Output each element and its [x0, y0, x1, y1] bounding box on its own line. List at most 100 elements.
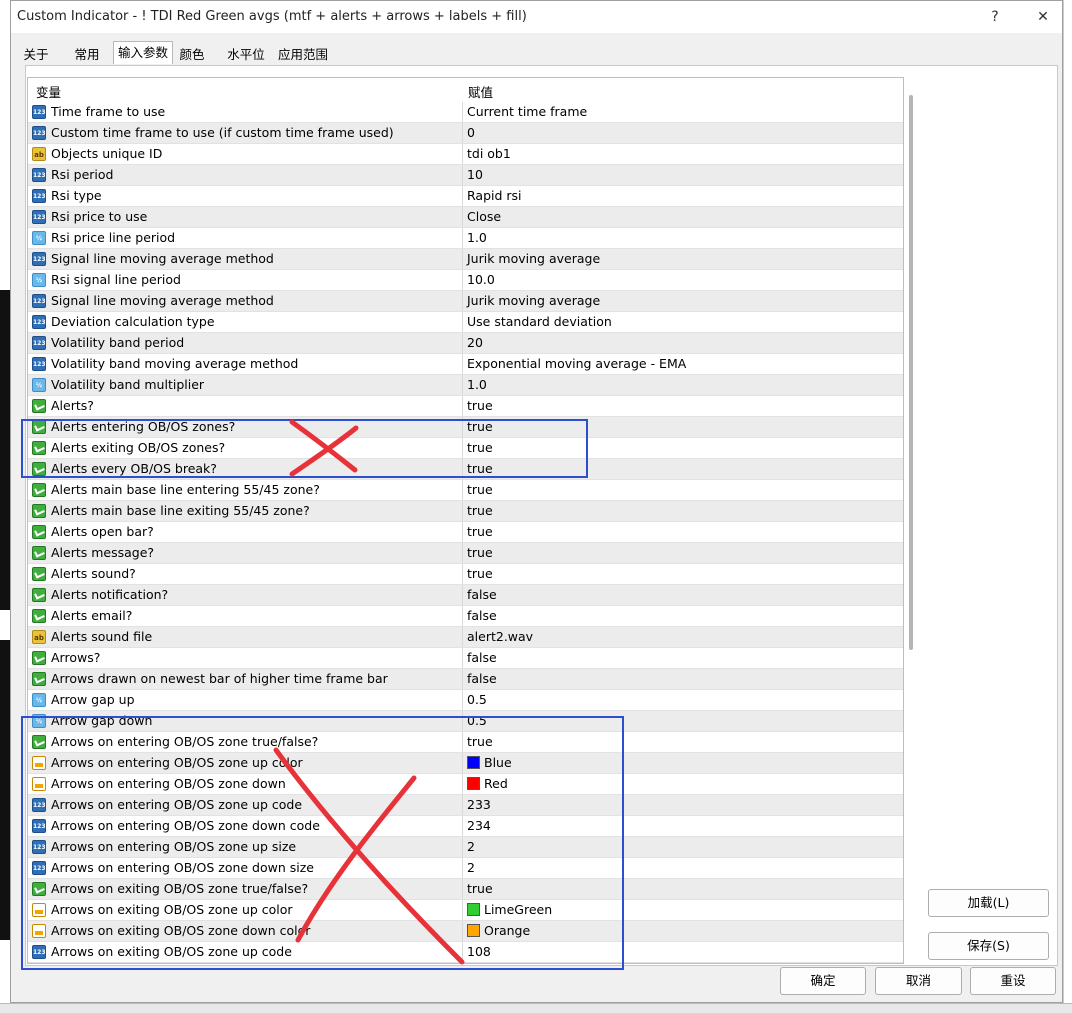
- table-row[interactable]: 123 Arrows on entering OB/OS zone down si…: [28, 858, 903, 879]
- parameter-value-cell[interactable]: 1.0: [462, 228, 487, 248]
- parameter-value-cell[interactable]: Blue: [462, 753, 512, 773]
- table-row[interactable]: Arrows on entering OB/OS zone true/false…: [28, 732, 903, 753]
- parameter-value-cell[interactable]: 10.0: [462, 270, 495, 290]
- parameter-value-cell[interactable]: Current time frame: [462, 102, 587, 122]
- parameter-value-cell[interactable]: 10: [462, 165, 483, 185]
- table-row[interactable]: ab Objects unique ID tdi ob1: [28, 144, 903, 165]
- column-header-value[interactable]: 赋值: [468, 82, 493, 101]
- tab-levels[interactable]: 水平位: [223, 43, 269, 64]
- table-row[interactable]: Alerts email? false: [28, 606, 903, 627]
- table-row[interactable]: ½ Arrow gap down 0.5: [28, 711, 903, 732]
- table-row[interactable]: ab Alerts sound file alert2.wav: [28, 627, 903, 648]
- table-row[interactable]: 123 Arrows on entering OB/OS zone up size…: [28, 837, 903, 858]
- tab-inputs[interactable]: 输入参数: [113, 41, 173, 64]
- parameter-value-cell[interactable]: Jurik moving average: [462, 291, 600, 311]
- parameter-value-cell[interactable]: false: [462, 606, 497, 626]
- table-row[interactable]: Alerts main base line entering 55/45 zon…: [28, 480, 903, 501]
- parameter-value-cell[interactable]: true: [462, 459, 493, 479]
- table-row[interactable]: 123 Time frame to use Current time frame: [28, 102, 903, 123]
- tab-about[interactable]: 关于: [17, 43, 55, 64]
- table-row[interactable]: 123 Deviation calculation type Use standar…: [28, 312, 903, 333]
- parameter-value-cell[interactable]: Rapid rsi: [462, 186, 522, 206]
- reset-button[interactable]: 重设: [970, 967, 1056, 995]
- cancel-button[interactable]: 取消: [875, 967, 962, 995]
- parameter-value-cell[interactable]: 1.0: [462, 375, 487, 395]
- ok-button[interactable]: 确定: [780, 967, 866, 995]
- parameter-value-cell[interactable]: 234: [462, 816, 491, 836]
- parameter-value-cell[interactable]: 233: [462, 795, 491, 815]
- parameter-value-cell[interactable]: Use standard deviation: [462, 312, 612, 332]
- table-row[interactable]: 123 Arrows on entering OB/OS zone up code…: [28, 795, 903, 816]
- table-row[interactable]: Alerts exiting OB/OS zones? true: [28, 438, 903, 459]
- table-row[interactable]: Alerts sound? true: [28, 564, 903, 585]
- table-row[interactable]: Alerts message? true: [28, 543, 903, 564]
- parameter-value-cell[interactable]: true: [462, 522, 493, 542]
- parameter-value-cell[interactable]: 0.5: [462, 690, 487, 710]
- load-button[interactable]: 加载(L): [928, 889, 1049, 917]
- parameter-value-cell[interactable]: 20: [462, 333, 483, 353]
- parameter-value-cell[interactable]: 0: [462, 123, 475, 143]
- parameter-value-cell[interactable]: false: [462, 669, 497, 689]
- table-row[interactable]: Arrows on exiting OB/OS zone down color O…: [28, 921, 903, 942]
- table-row[interactable]: Alerts entering OB/OS zones? true: [28, 417, 903, 438]
- table-row[interactable]: Alerts every OB/OS break? true: [28, 459, 903, 480]
- parameter-value-cell[interactable]: true: [462, 501, 493, 521]
- help-button[interactable]: ?: [984, 7, 1006, 27]
- table-row[interactable]: 123 Rsi type Rapid rsi: [28, 186, 903, 207]
- table-row[interactable]: Alerts notification? false: [28, 585, 903, 606]
- table-row[interactable]: 123 Volatility band period 20: [28, 333, 903, 354]
- tab-visualization[interactable]: 应用范围: [273, 43, 333, 64]
- scrollbar-thumb[interactable]: [909, 95, 913, 650]
- parameter-value-cell[interactable]: alert2.wav: [462, 627, 533, 647]
- parameter-value-cell[interactable]: Orange: [462, 921, 530, 941]
- save-button[interactable]: 保存(S): [928, 932, 1049, 960]
- table-row[interactable]: 123 Rsi period 10: [28, 165, 903, 186]
- table-row[interactable]: Alerts main base line exiting 55/45 zone…: [28, 501, 903, 522]
- table-row[interactable]: 123 Custom time frame to use (if custom t…: [28, 123, 903, 144]
- table-row[interactable]: ½ Arrow gap up 0.5: [28, 690, 903, 711]
- table-row[interactable]: ½ Rsi signal line period 10.0: [28, 270, 903, 291]
- table-row[interactable]: 123 Arrows on entering OB/OS zone down co…: [28, 816, 903, 837]
- table-row[interactable]: Arrows on entering OB/OS zone up color Bl…: [28, 753, 903, 774]
- table-row[interactable]: Arrows drawn on newest bar of higher tim…: [28, 669, 903, 690]
- parameter-value-cell[interactable]: true: [462, 396, 493, 416]
- parameter-value-cell[interactable]: Jurik moving average: [462, 249, 600, 269]
- parameter-value-cell[interactable]: Exponential moving average - EMA: [462, 354, 686, 374]
- parameter-value-cell[interactable]: LimeGreen: [462, 900, 552, 920]
- parameter-value-cell[interactable]: 108: [462, 942, 491, 962]
- tab-colors[interactable]: 颜色: [177, 43, 207, 64]
- table-row[interactable]: Alerts open bar? true: [28, 522, 903, 543]
- table-row[interactable]: ½ Rsi price line period 1.0: [28, 228, 903, 249]
- column-header-variable[interactable]: 变量: [36, 82, 61, 101]
- table-row[interactable]: 123 Arrows on exiting OB/OS zone up code 1…: [28, 942, 903, 963]
- parameter-name: Arrows on entering OB/OS zone down code: [51, 818, 320, 833]
- parameter-value-cell[interactable]: tdi ob1: [462, 144, 511, 164]
- table-row[interactable]: Arrows on exiting OB/OS zone true/false?…: [28, 879, 903, 900]
- parameter-value-cell[interactable]: true: [462, 480, 493, 500]
- parameter-value-cell[interactable]: true: [462, 438, 493, 458]
- close-button[interactable]: ✕: [1032, 7, 1054, 27]
- table-row[interactable]: 123 Rsi price to use Close: [28, 207, 903, 228]
- table-vertical-scrollbar[interactable]: [905, 77, 919, 964]
- parameter-value-cell[interactable]: 0.5: [462, 711, 487, 731]
- table-row[interactable]: 123 Volatility band moving average method…: [28, 354, 903, 375]
- table-row[interactable]: ½ Volatility band multiplier 1.0: [28, 375, 903, 396]
- parameter-value-cell[interactable]: true: [462, 732, 493, 752]
- table-row[interactable]: Arrows on exiting OB/OS zone up color Lim…: [28, 900, 903, 921]
- parameter-value-cell[interactable]: true: [462, 417, 493, 437]
- parameter-value-cell[interactable]: false: [462, 585, 497, 605]
- table-row[interactable]: 123 Signal line moving average method Juri…: [28, 291, 903, 312]
- parameter-value-cell[interactable]: Red: [462, 774, 508, 794]
- parameter-value-cell[interactable]: false: [462, 648, 497, 668]
- parameter-value-cell[interactable]: true: [462, 543, 493, 563]
- table-row[interactable]: Arrows on entering OB/OS zone down Red: [28, 774, 903, 795]
- table-row[interactable]: Arrows? false: [28, 648, 903, 669]
- table-row[interactable]: Alerts? true: [28, 396, 903, 417]
- parameter-value-cell[interactable]: 2: [462, 837, 475, 857]
- parameter-value-cell[interactable]: true: [462, 564, 493, 584]
- parameter-value-cell[interactable]: 2: [462, 858, 475, 878]
- parameter-value-cell[interactable]: Close: [462, 207, 501, 227]
- parameter-value-cell[interactable]: true: [462, 879, 493, 899]
- tab-common[interactable]: 常用: [67, 43, 107, 64]
- table-row[interactable]: 123 Signal line moving average method Juri…: [28, 249, 903, 270]
